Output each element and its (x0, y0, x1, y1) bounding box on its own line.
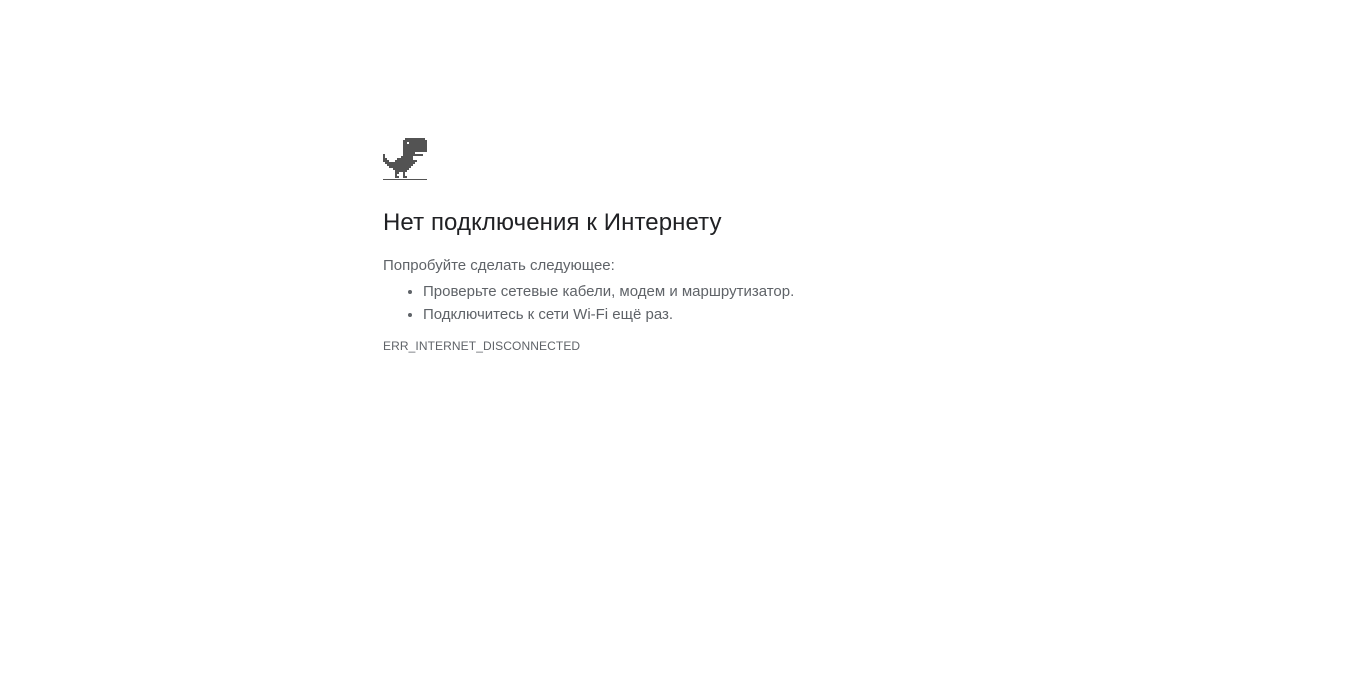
suggestion-item: Проверьте сетевые кабели, модем и маршру… (423, 280, 983, 303)
suggestions-summary: Попробуйте сделать следующее: (383, 257, 615, 274)
offline-dino-icon[interactable] (383, 136, 427, 182)
error-code: ERR_INTERNET_DISCONNECTED (383, 339, 581, 353)
page-title: Нет подключения к Интернету (383, 209, 722, 236)
suggestions-list: Проверьте сетевые кабели, модем и маршру… (383, 280, 983, 326)
suggestion-item: Подключитесь к сети Wi-Fi ещё раз. (423, 303, 983, 326)
error-page-content: Нет подключения к Интернету Попробуйте с… (383, 136, 983, 354)
